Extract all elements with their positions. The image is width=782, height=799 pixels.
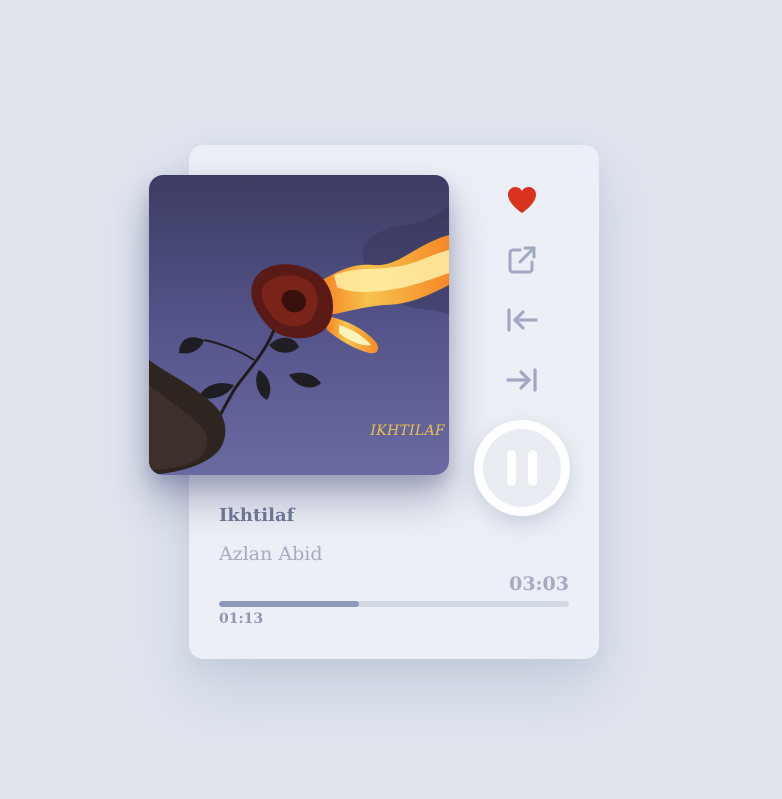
pause-button[interactable] — [474, 420, 570, 516]
pause-bar-left — [507, 450, 516, 486]
skip-back-icon — [507, 308, 538, 332]
cover-title-text: IKHTILAF — [370, 423, 445, 439]
next-track-button[interactable] — [500, 358, 544, 402]
track-title: Ikhtilaf — [219, 505, 295, 526]
pause-icon — [483, 429, 561, 507]
heart-icon — [508, 187, 536, 213]
favorite-button[interactable] — [500, 178, 544, 222]
pause-bar-right — [528, 450, 537, 486]
track-duration: 03:03 — [509, 573, 569, 595]
skip-forward-icon — [506, 368, 537, 392]
previous-track-button[interactable] — [500, 298, 544, 342]
track-artist: Azlan Abid — [219, 543, 323, 565]
progress-fill — [219, 601, 359, 607]
external-link-icon — [508, 246, 536, 274]
progress-bar[interactable] — [219, 601, 569, 607]
album-cover: IKHTILAF — [149, 175, 449, 475]
current-time: 01:13 — [219, 611, 264, 627]
share-button[interactable] — [500, 238, 544, 282]
